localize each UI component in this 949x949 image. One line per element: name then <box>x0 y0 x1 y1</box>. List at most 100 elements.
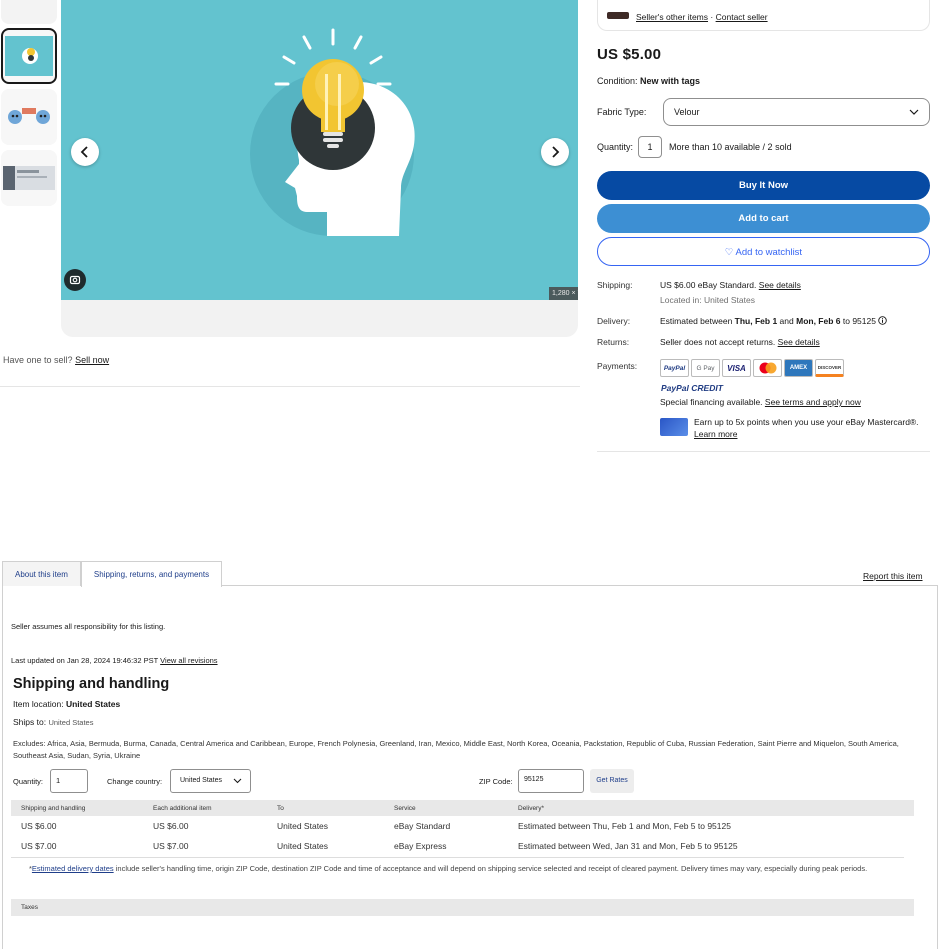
shipping-cost: US $6.00 eBay Standard. <box>660 280 757 290</box>
zip-code-input[interactable]: 95125 <box>518 769 584 793</box>
change-country-label: Change country: <box>107 777 163 786</box>
taxes-section-header[interactable]: Taxes <box>11 899 914 916</box>
delivery-start-date: Thu, Feb 1 <box>734 316 778 326</box>
add-to-watchlist-button[interactable]: ♡ Add to watchlist <box>597 237 930 266</box>
column-header: Delivery* <box>508 800 914 816</box>
shipping-calculator: Quantity: 1 Change country: United State… <box>13 769 913 793</box>
shipping-value: US $6.00 eBay Standard. See details <box>660 280 801 290</box>
condition-value: New with tags <box>640 76 701 86</box>
financing-text: Special financing available. <box>660 397 763 407</box>
visa-icon: VISA <box>722 359 751 377</box>
divider <box>597 451 930 452</box>
estimated-delivery-dates-link[interactable]: Estimated delivery dates <box>32 864 114 873</box>
report-item-link[interactable]: Report this item <box>863 571 923 581</box>
add-to-cart-button[interactable]: Add to cart <box>597 204 930 233</box>
delivery-prefix: Estimated between <box>660 316 733 326</box>
financing-terms-link[interactable]: See terms and apply now <box>765 397 861 407</box>
quantity-input[interactable]: 1 <box>638 136 662 158</box>
ships-to: Ships to: United States <box>13 717 93 727</box>
table-cell: US $7.00 <box>153 841 189 851</box>
shipping-heading: Shipping and handling <box>13 676 170 692</box>
paypal-icon: PayPal <box>660 359 689 377</box>
ships-to-value: United States <box>48 718 94 727</box>
next-image-button[interactable] <box>541 138 569 166</box>
quantity-label: Quantity: <box>597 142 634 152</box>
country-select[interactable]: United States <box>170 769 251 793</box>
item-tabs: About this item Shipping, returns, and p… <box>2 561 223 587</box>
chevron-right-icon <box>552 146 560 158</box>
chevron-down-icon <box>233 778 242 784</box>
amex-icon: AMEX <box>784 359 813 377</box>
image-gallery <box>61 0 578 337</box>
condition-label: Condition: <box>597 76 638 86</box>
main-product-image[interactable] <box>61 0 578 300</box>
item-location-label: Item location: <box>13 699 64 709</box>
camera-search-icon <box>69 275 81 285</box>
mastercard-promo: Earn up to 5x points when you use your e… <box>694 416 930 440</box>
fabric-type-label: Fabric Type: <box>597 107 647 117</box>
delivery-end-date: Mon, Feb 6 <box>796 316 841 326</box>
returns-policy: Seller does not accept returns. <box>660 337 776 347</box>
table-cell: US $6.00 <box>21 821 57 831</box>
delivery-note: *Estimated delivery dates include seller… <box>29 863 899 875</box>
sell-prompt: Have one to sell? Sell now <box>3 355 109 365</box>
shipping-label: Shipping: <box>597 280 633 290</box>
last-updated: Last updated on Jan 28, 2024 19:46:32 PS… <box>11 656 218 665</box>
excludes-label: Excludes: <box>13 739 46 748</box>
table-cell: United States <box>277 841 329 851</box>
previous-image-button[interactable] <box>71 138 99 166</box>
image-size-label: 1,280 × 7 <box>549 287 578 300</box>
table-header-row: Shipping and handling Each additional it… <box>11 800 914 816</box>
visual-search-button[interactable] <box>64 269 86 291</box>
buy-it-now-button[interactable]: Buy It Now <box>597 171 930 200</box>
financing-row: Special financing available. See terms a… <box>660 397 861 407</box>
country-value: United States <box>180 777 223 784</box>
table-row: US $6.00 US $6.00 United States eBay Sta… <box>11 816 914 836</box>
chevron-left-icon <box>80 146 88 158</box>
thumbnail-lightbulb[interactable] <box>1 28 57 84</box>
column-header: To <box>267 800 384 816</box>
delivery-zip: to 95125 <box>842 316 876 326</box>
discover-icon: DISCOVER <box>815 359 844 377</box>
learn-more-link[interactable]: Learn more <box>694 429 737 439</box>
thumbnail-screenshot[interactable] <box>1 150 57 206</box>
table-cell: US $6.00 <box>153 821 189 831</box>
table-cell: Estimated between Thu, Feb 1 and Mon, Fe… <box>518 821 731 831</box>
delivery-label: Delivery: <box>597 316 631 326</box>
delivery-estimate: Estimated between Thu, Feb 1 and Mon, Fe… <box>660 316 888 326</box>
delivery-and: and <box>779 316 794 326</box>
get-rates-button[interactable]: Get Rates <box>590 769 634 793</box>
sell-now-link[interactable]: Sell now <box>75 355 109 365</box>
tab-about-this-item[interactable]: About this item <box>2 561 81 586</box>
ebay-mastercard-icon <box>660 418 688 436</box>
calc-quantity-label: Quantity: <box>13 777 44 786</box>
ships-to-label: Ships to: <box>13 717 47 727</box>
seller-responsibility-text: Seller assumes all responsibility for th… <box>11 622 166 631</box>
thumbnail-seller-photo[interactable] <box>1 0 57 24</box>
paypal-credit-logo: PayPal CREDIT <box>661 383 723 393</box>
item-location-value: United States <box>65 699 121 709</box>
shipping-see-details-link[interactable]: See details <box>759 280 801 290</box>
contact-seller-link[interactable]: Contact seller <box>716 12 768 22</box>
returns-see-details-link[interactable]: See details <box>778 337 820 347</box>
column-header: Service <box>384 800 508 816</box>
thumbnail-characters[interactable] <box>1 89 57 145</box>
view-all-revisions-link[interactable]: View all revisions <box>160 656 217 665</box>
returns-value: Seller does not accept returns. See deta… <box>660 337 820 347</box>
item-location: Item location: United States <box>13 699 120 709</box>
tab-shipping-returns-payments[interactable]: Shipping, returns, and payments <box>80 561 223 587</box>
table-cell: eBay Express <box>394 841 447 851</box>
table-row: US $7.00 US $7.00 United States eBay Exp… <box>11 836 914 856</box>
details-panel <box>2 585 938 949</box>
seller-other-items-link[interactable]: Seller's other items <box>636 12 708 22</box>
fabric-type-select[interactable]: Velour <box>663 98 930 126</box>
returns-label: Returns: <box>597 337 630 347</box>
sell-prompt-text: Have one to sell? <box>3 355 73 365</box>
info-icon[interactable] <box>878 316 888 325</box>
seller-links-separator: · <box>710 12 714 22</box>
excludes-value: Africa, Asia, Bermuda, Burma, Canada, Ce… <box>13 739 899 760</box>
calc-quantity-input[interactable]: 1 <box>50 769 88 793</box>
table-cell: eBay Standard <box>394 821 451 831</box>
column-header: Shipping and handling <box>11 800 143 816</box>
last-updated-text: Last updated on Jan 28, 2024 19:46:32 PS… <box>11 656 159 665</box>
